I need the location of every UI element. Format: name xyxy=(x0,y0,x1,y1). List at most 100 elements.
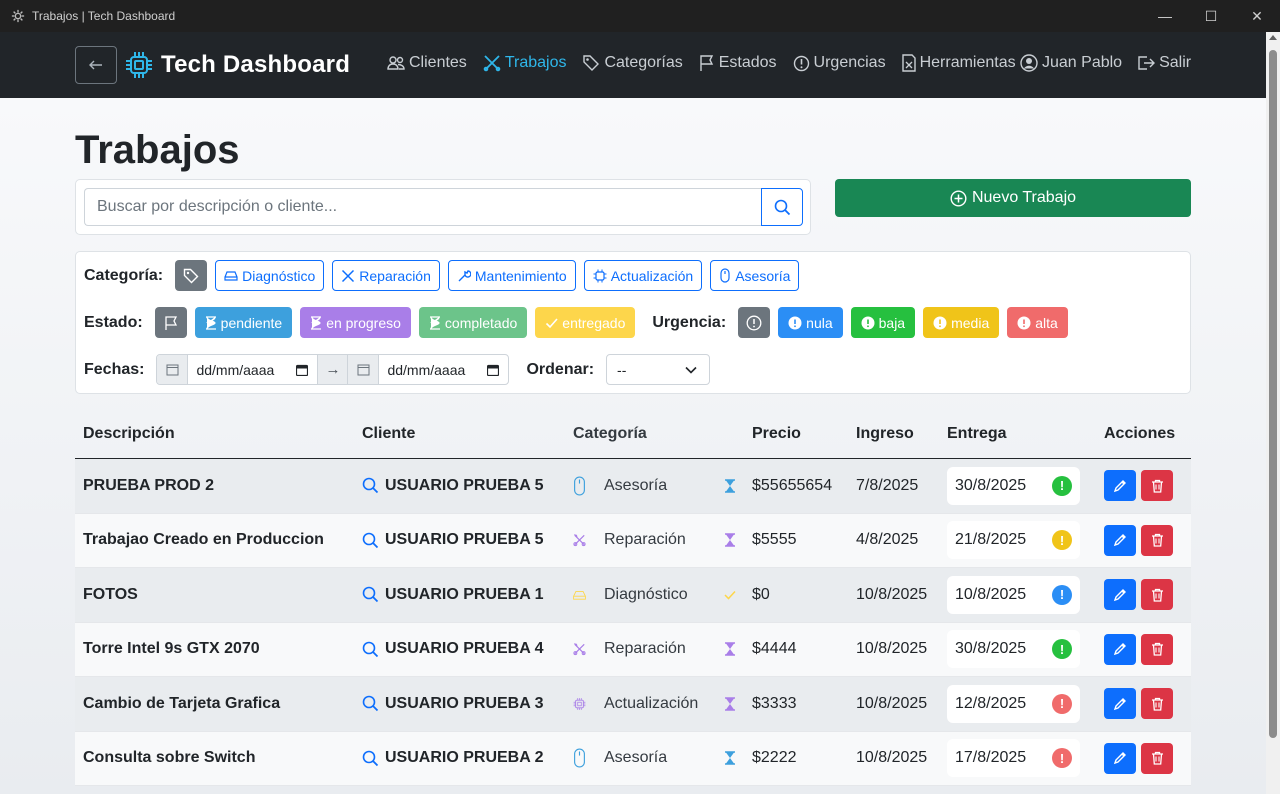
header-categoria[interactable]: Categoría xyxy=(565,425,715,443)
minimize-button[interactable]: — xyxy=(1142,0,1188,32)
date-to-value: dd/mm/aaaa xyxy=(387,361,466,378)
delete-button[interactable] xyxy=(1141,579,1173,611)
nav-urgencias-label: Urgencias xyxy=(813,54,886,71)
scroll-up-icon[interactable] xyxy=(1269,35,1277,40)
category-asesoria-chip[interactable]: Asesoría xyxy=(710,260,800,291)
edit-button[interactable] xyxy=(1104,633,1136,665)
row-client[interactable]: USUARIO PRUEBA 1 xyxy=(354,586,565,604)
category-asesoria-label: Asesoría xyxy=(735,267,791,284)
urgency-baja-chip[interactable]: baja xyxy=(850,307,916,338)
new-job-button[interactable]: Nuevo Trabajo xyxy=(835,179,1191,217)
calendar-picker-icon[interactable] xyxy=(487,364,500,376)
calendar-picker-icon[interactable] xyxy=(296,364,309,376)
urgency-alta-chip[interactable]: alta xyxy=(1007,307,1068,338)
edit-button[interactable] xyxy=(1104,579,1136,611)
nav-urgencias[interactable]: Urgencias xyxy=(793,54,886,72)
drive-icon xyxy=(224,270,238,281)
nav-categorias[interactable]: Categorías xyxy=(582,54,683,72)
row-delivery: 30/8/2025 ! xyxy=(947,630,1096,669)
date-to-input[interactable]: dd/mm/aaaa xyxy=(379,355,508,384)
row-price: $5555 xyxy=(752,531,797,549)
nav-trabajos[interactable]: Trabajos xyxy=(483,54,566,72)
row-client[interactable]: USUARIO PRUEBA 4 xyxy=(354,640,565,658)
state-pendiente-chip[interactable]: pendiente xyxy=(194,307,293,338)
search-input[interactable] xyxy=(84,188,761,226)
search-icon[interactable] xyxy=(362,586,379,603)
urgency-nula-chip[interactable]: nula xyxy=(778,307,843,338)
new-job-label: Nuevo Trabajo xyxy=(971,189,1077,206)
row-price: $4444 xyxy=(752,640,797,658)
table-row[interactable]: PRUEBA PROD 2 USUARIO PRUEBA 5 Asesoría … xyxy=(75,459,1191,514)
row-intake-date: 10/8/2025 xyxy=(856,749,928,767)
table-row[interactable]: Trabajao Creado en Produccion USUARIO PR… xyxy=(75,513,1191,568)
delete-button[interactable] xyxy=(1141,470,1173,502)
date-range-group: dd/mm/aaaa → dd/mm/aaaa xyxy=(156,354,510,385)
category-clear-button[interactable] xyxy=(175,260,208,291)
urgency-media-chip[interactable]: media xyxy=(923,307,1000,338)
exclamation-circle-icon xyxy=(788,316,802,329)
maximize-button[interactable]: ☐ xyxy=(1188,0,1234,32)
scroll-thumb[interactable] xyxy=(1269,50,1277,738)
row-client[interactable]: USUARIO PRUEBA 5 xyxy=(354,477,565,495)
tools-icon xyxy=(573,529,595,551)
sort-select[interactable]: -- xyxy=(606,354,711,385)
search-icon[interactable] xyxy=(362,641,379,658)
state-completado-chip[interactable]: completado xyxy=(418,307,528,338)
nav-clientes[interactable]: Clientes xyxy=(387,54,467,72)
table-row[interactable]: Cambio de Tarjeta Grafica USUARIO PRUEBA… xyxy=(75,677,1191,732)
nav-estados[interactable]: Estados xyxy=(699,54,777,72)
edit-button[interactable] xyxy=(1104,524,1136,556)
category-diagnostico-chip[interactable]: Diagnóstico xyxy=(215,260,325,291)
nav-logout[interactable]: Salir xyxy=(1137,54,1191,72)
category-actualizacion-chip[interactable]: Actualización xyxy=(583,260,703,291)
search-icon[interactable] xyxy=(362,695,379,712)
search-icon[interactable] xyxy=(362,477,379,494)
flag-icon xyxy=(165,315,177,330)
header-precio[interactable]: Precio xyxy=(744,425,848,443)
state-clear-button[interactable] xyxy=(154,307,187,338)
pencil-icon xyxy=(1113,752,1126,765)
back-button[interactable] xyxy=(75,46,117,84)
delete-button[interactable] xyxy=(1141,524,1173,556)
state-completado-label: completado xyxy=(444,314,518,331)
row-client[interactable]: USUARIO PRUEBA 5 xyxy=(354,531,565,549)
row-delivery-date: 30/8/2025 xyxy=(955,640,1027,658)
date-from-input[interactable]: dd/mm/aaaa xyxy=(188,355,317,384)
search-button[interactable] xyxy=(761,188,803,226)
nav-estados-label: Estados xyxy=(718,54,777,71)
trash-icon xyxy=(1151,643,1163,656)
page-scrollbar[interactable] xyxy=(1266,32,1280,794)
nav-user[interactable]: Juan Pablo xyxy=(1020,54,1122,72)
category-mantenimiento-chip[interactable]: Mantenimiento xyxy=(447,260,576,291)
delete-button[interactable] xyxy=(1141,742,1173,774)
search-icon[interactable] xyxy=(362,750,379,767)
category-reparacion-chip[interactable]: Reparación xyxy=(332,260,440,291)
header-descripcion[interactable]: Descripción xyxy=(75,425,354,443)
plus-circle-icon xyxy=(950,189,967,207)
close-window-button[interactable]: ✕ xyxy=(1234,0,1280,32)
state-filter-label: Estado: xyxy=(84,313,143,331)
header-ingreso[interactable]: Ingreso xyxy=(848,425,947,443)
row-client-name: USUARIO PRUEBA 5 xyxy=(385,531,544,549)
row-client[interactable]: USUARIO PRUEBA 3 xyxy=(354,695,565,713)
row-category: Reparación xyxy=(565,638,715,660)
header-entrega[interactable]: Entrega xyxy=(947,425,1096,443)
table-row[interactable]: Torre Intel 9s GTX 2070 USUARIO PRUEBA 4… xyxy=(75,622,1191,677)
table-row[interactable]: FOTOS USUARIO PRUEBA 1 Diagnóstico $0 10… xyxy=(75,568,1191,623)
table-row[interactable]: Consulta sobre Switch USUARIO PRUEBA 2 A… xyxy=(75,731,1191,786)
row-client[interactable]: USUARIO PRUEBA 2 xyxy=(354,749,565,767)
edit-button[interactable] xyxy=(1104,742,1136,774)
nav-logout-label: Salir xyxy=(1159,54,1192,71)
header-cliente[interactable]: Cliente xyxy=(354,425,565,443)
edit-button[interactable] xyxy=(1104,470,1136,502)
brand[interactable]: Tech Dashboard xyxy=(125,51,350,79)
state-entregado-chip[interactable]: entregado xyxy=(535,307,636,338)
state-en-progreso-chip[interactable]: en progreso xyxy=(300,307,411,338)
urgency-clear-button[interactable] xyxy=(738,307,771,338)
nav-herramientas[interactable]: Herramientas xyxy=(901,54,1016,72)
edit-button[interactable] xyxy=(1104,688,1136,720)
delete-button[interactable] xyxy=(1141,633,1173,665)
row-intake-date: 7/8/2025 xyxy=(856,476,919,494)
search-icon[interactable] xyxy=(362,532,379,549)
delete-button[interactable] xyxy=(1141,688,1173,720)
